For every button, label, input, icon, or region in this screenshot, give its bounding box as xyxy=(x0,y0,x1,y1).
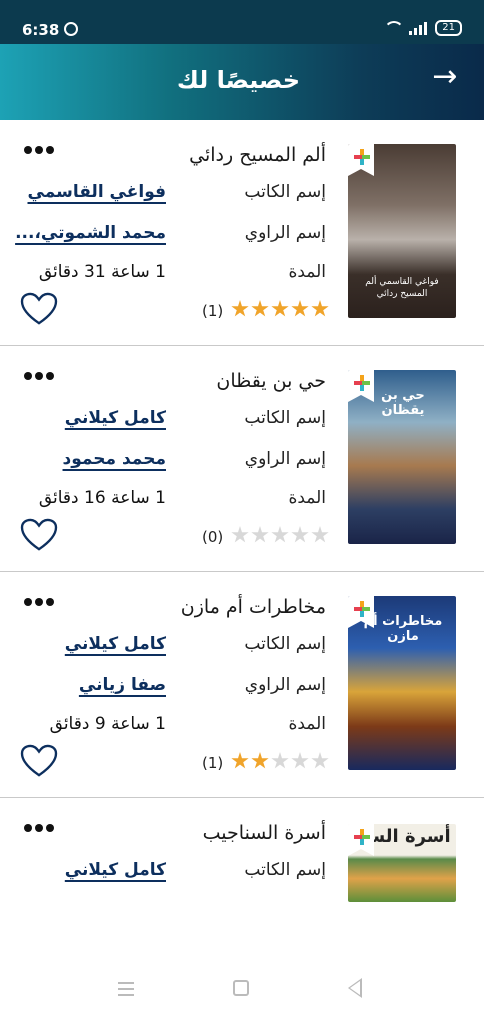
author-link[interactable]: كامل كيلاني xyxy=(65,860,166,880)
book-title[interactable]: ألم المسيح ردائي xyxy=(189,144,326,166)
narrator-label: إسم الراوي xyxy=(244,223,326,243)
heart-icon[interactable] xyxy=(20,744,58,778)
book-list: فواغي القاسمي ألم المسيح ردائي ألم المسي… xyxy=(0,120,484,1024)
author-label: إسم الكاتب xyxy=(244,860,326,880)
star-icon xyxy=(271,526,289,543)
list-item[interactable]: فواغي القاسمي ألم المسيح ردائي ألم المسي… xyxy=(0,120,484,346)
narrator-link[interactable]: محمد الشموتي،... xyxy=(15,223,166,243)
rating-stars xyxy=(231,300,329,318)
heart-icon[interactable] xyxy=(20,292,58,326)
cover-text: حي بن يقظان xyxy=(381,388,425,418)
heart-icon[interactable] xyxy=(20,518,58,552)
whatsapp-icon xyxy=(64,22,78,36)
book-cover[interactable]: حي بن يقظان xyxy=(348,370,456,544)
star-icon xyxy=(291,752,309,769)
system-nav-bar xyxy=(0,964,484,1024)
more-options-icon[interactable] xyxy=(24,824,54,832)
star-icon xyxy=(231,752,249,769)
star-icon xyxy=(311,752,329,769)
book-title[interactable]: أسرة السناجيب xyxy=(203,822,326,844)
book-cover[interactable]: فواغي القاسمي ألم المسيح ردائي xyxy=(348,144,456,318)
duration-value: 1 ساعة 31 دقائق xyxy=(38,262,166,282)
rating-count: (0) xyxy=(202,528,224,546)
signal-icon xyxy=(409,21,428,35)
book-cover[interactable]: أسرة السنا xyxy=(348,824,456,902)
author-label: إسم الكاتب xyxy=(244,408,326,428)
star-icon xyxy=(231,526,249,543)
star-icon xyxy=(311,526,329,543)
book-cover[interactable]: مخاطرات أم مازن xyxy=(348,596,456,770)
cover-text: مخاطرات أم مازن xyxy=(363,614,443,644)
star-icon xyxy=(291,300,309,317)
arrow-right-icon[interactable]: → xyxy=(430,62,460,92)
list-item[interactable]: مخاطرات أم مازن مخاطرات أم مازن إسم الكا… xyxy=(0,572,484,798)
duration-value: 1 ساعة 9 دقائق xyxy=(49,714,166,734)
star-icon xyxy=(251,300,269,317)
narrator-link[interactable]: صفا زياني xyxy=(79,675,166,695)
star-icon xyxy=(311,300,329,317)
author-link[interactable]: كامل كيلاني xyxy=(65,634,166,654)
rating-count: (1) xyxy=(202,302,224,320)
back-icon[interactable] xyxy=(348,978,362,998)
book-title[interactable]: حي بن يقظان xyxy=(216,370,326,392)
author-link[interactable]: فواغي القاسمي xyxy=(28,182,167,202)
status-time: 6:38 xyxy=(22,21,60,39)
page-title: خصيصًا لك xyxy=(176,66,300,94)
home-icon[interactable] xyxy=(233,980,249,996)
author-label: إسم الكاتب xyxy=(244,182,326,202)
menu-icon[interactable] xyxy=(118,982,134,996)
duration-label: المدة xyxy=(288,488,326,508)
star-icon xyxy=(291,526,309,543)
wifi-icon xyxy=(383,21,405,35)
duration-label: المدة xyxy=(288,262,326,282)
star-icon xyxy=(231,300,249,317)
star-icon xyxy=(251,752,269,769)
rating-stars xyxy=(231,526,329,544)
narrator-label: إسم الراوي xyxy=(244,675,326,695)
more-options-icon[interactable] xyxy=(24,372,54,380)
cover-text: فواغي القاسمي ألم المسيح ردائي xyxy=(365,277,439,299)
plus-icon xyxy=(354,149,370,165)
more-options-icon[interactable] xyxy=(24,598,54,606)
star-icon xyxy=(271,300,289,317)
narrator-label: إسم الراوي xyxy=(244,449,326,469)
star-icon xyxy=(251,526,269,543)
plus-icon xyxy=(354,829,370,845)
author-label: إسم الكاتب xyxy=(244,634,326,654)
app-header: خصيصًا لك → xyxy=(0,44,484,120)
status-bar: 6:38 21 xyxy=(0,0,484,44)
duration-value: 1 ساعة 16 دقائق xyxy=(38,488,166,508)
star-icon xyxy=(271,752,289,769)
author-link[interactable]: كامل كيلاني xyxy=(65,408,166,428)
narrator-link[interactable]: محمد محمود xyxy=(63,449,166,469)
duration-label: المدة xyxy=(288,714,326,734)
book-title[interactable]: مخاطرات أم مازن xyxy=(181,596,326,618)
battery-icon: 21 xyxy=(435,20,462,36)
rating-count: (1) xyxy=(202,754,224,772)
list-item[interactable]: حي بن يقظان حي بن يقظان إسم الكاتب كامل … xyxy=(0,346,484,572)
rating-stars xyxy=(231,752,329,770)
more-options-icon[interactable] xyxy=(24,146,54,154)
